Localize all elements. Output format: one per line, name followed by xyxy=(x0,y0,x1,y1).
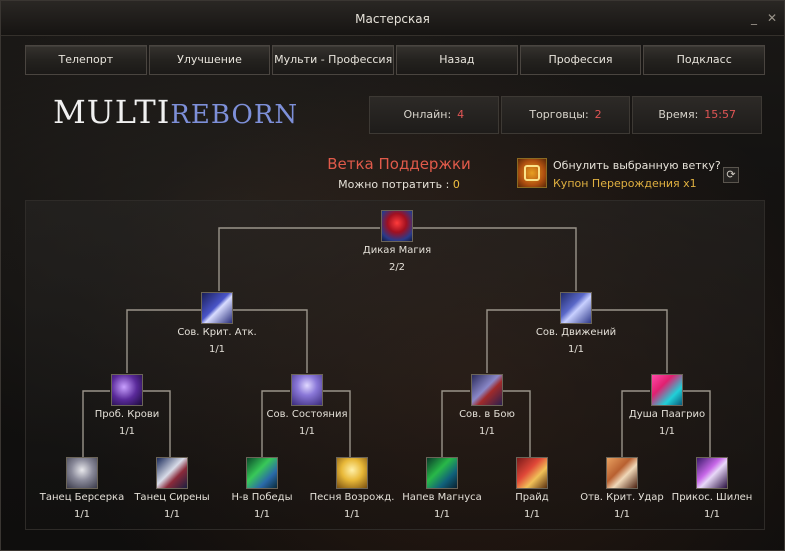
coupon-label: Купон Перерождения x1 xyxy=(553,177,697,190)
traders-label: Торговцы: xyxy=(529,108,589,121)
coupon-icon[interactable] xyxy=(517,158,547,188)
skill-name: Сов. Крит. Атк. xyxy=(177,327,257,338)
online-stat: Онлайн: 4 xyxy=(369,96,499,134)
branch-title: Ветка Поддержки xyxy=(327,155,471,173)
berserker-dance-icon[interactable] xyxy=(66,457,98,489)
pride-icon[interactable] xyxy=(516,457,548,489)
logo-part2: REBORN xyxy=(170,100,299,130)
revival-song-icon[interactable] xyxy=(336,457,368,489)
shilen-touch-icon[interactable] xyxy=(696,457,728,489)
online-label: Онлайн: xyxy=(403,108,452,121)
paagrio-soul-icon[interactable] xyxy=(651,374,683,406)
skill-name: Сов. Движений xyxy=(535,327,617,338)
skill-name: Прикос. Шилен xyxy=(671,492,753,503)
skill-tree: Дикая Магия 2/2 Сов. Крит. Атк. 1/1 Сов.… xyxy=(25,200,765,530)
skill-name: Сов. в Бою xyxy=(459,409,515,420)
siren-dance-icon[interactable] xyxy=(156,457,188,489)
crit-attack-icon[interactable] xyxy=(201,292,233,324)
skill-name: Сов. Состояния xyxy=(266,409,348,420)
skill-name: Душа Паагрио xyxy=(628,409,706,420)
close-icon[interactable]: ✕ xyxy=(765,11,779,25)
teleport-button[interactable]: Телепорт xyxy=(25,45,147,75)
skill-level: 1/1 xyxy=(703,509,721,520)
profession-button[interactable]: Профессия xyxy=(519,45,642,75)
skill-node: Сов. Движений 1/1 xyxy=(506,292,646,355)
upgrade-button[interactable]: Улучшение xyxy=(148,45,271,75)
window-title: Мастерская xyxy=(355,12,430,26)
traders-stat: Торговцы: 2 xyxy=(500,96,631,134)
title-bar[interactable]: Мастерская _ ✕ xyxy=(1,1,784,36)
skill-level: 1/1 xyxy=(478,426,496,437)
time-label: Время: xyxy=(658,108,699,121)
subclass-button[interactable]: Подкласс xyxy=(643,45,766,75)
skill-node: Прикос. Шилен 1/1 xyxy=(642,457,782,520)
nav-bar: Телепорт Улучшение Мульти - Профессия На… xyxy=(25,45,766,75)
skill-node: Проб. Крови 1/1 xyxy=(57,374,197,437)
skill-level: 1/1 xyxy=(658,426,676,437)
logo-part1: MULTI xyxy=(53,93,171,131)
logo: MULTIREBORN xyxy=(53,93,298,133)
skill-node: Душа Паагрио 1/1 xyxy=(597,374,737,437)
skill-level: 1/1 xyxy=(298,426,316,437)
counter-crit-icon[interactable] xyxy=(606,457,638,489)
traders-value: 2 xyxy=(594,108,602,121)
skill-level: 1/1 xyxy=(118,426,136,437)
multi-profession-button[interactable]: Мульти - Профессия xyxy=(272,45,395,75)
skill-level: 2/2 xyxy=(388,262,406,273)
spend-value: 0 xyxy=(452,178,460,191)
time-value: 15:57 xyxy=(704,108,736,121)
skill-node: Сов. в Бою 1/1 xyxy=(417,374,557,437)
condition-icon[interactable] xyxy=(291,374,323,406)
blood-awakening-icon[interactable] xyxy=(111,374,143,406)
skill-node: Сов. Состояния 1/1 xyxy=(237,374,377,437)
skill-name: Проб. Крови xyxy=(94,409,160,420)
server-stats: Онлайн: 4 Торговцы: 2 Время: 15:57 xyxy=(369,96,763,134)
wild-magic-icon[interactable] xyxy=(381,210,413,242)
skill-node: Сов. Крит. Атк. 1/1 xyxy=(147,292,287,355)
online-value: 4 xyxy=(457,108,465,121)
reset-branch-button[interactable]: ⟳ xyxy=(723,167,739,183)
skill-node: Дикая Магия 2/2 xyxy=(327,210,467,273)
spend-points: Можно потратить : 0 xyxy=(299,178,499,191)
reset-question: Обнулить выбранную ветку? xyxy=(553,159,721,172)
skill-level: 1/1 xyxy=(208,344,226,355)
skill-name: Дикая Магия xyxy=(362,245,432,256)
back-button[interactable]: Назад xyxy=(396,45,518,75)
movement-icon[interactable] xyxy=(560,292,592,324)
magnus-chant-icon[interactable] xyxy=(426,457,458,489)
spend-label: Можно потратить : xyxy=(338,178,450,191)
time-stat: Время: 15:57 xyxy=(632,96,763,134)
skill-level: 1/1 xyxy=(567,344,585,355)
combat-icon[interactable] xyxy=(471,374,503,406)
workshop-window: Мастерская _ ✕ Телепорт Улучшение Мульти… xyxy=(0,0,785,551)
victory-chant-icon[interactable] xyxy=(246,457,278,489)
minimize-icon[interactable]: _ xyxy=(747,11,761,25)
